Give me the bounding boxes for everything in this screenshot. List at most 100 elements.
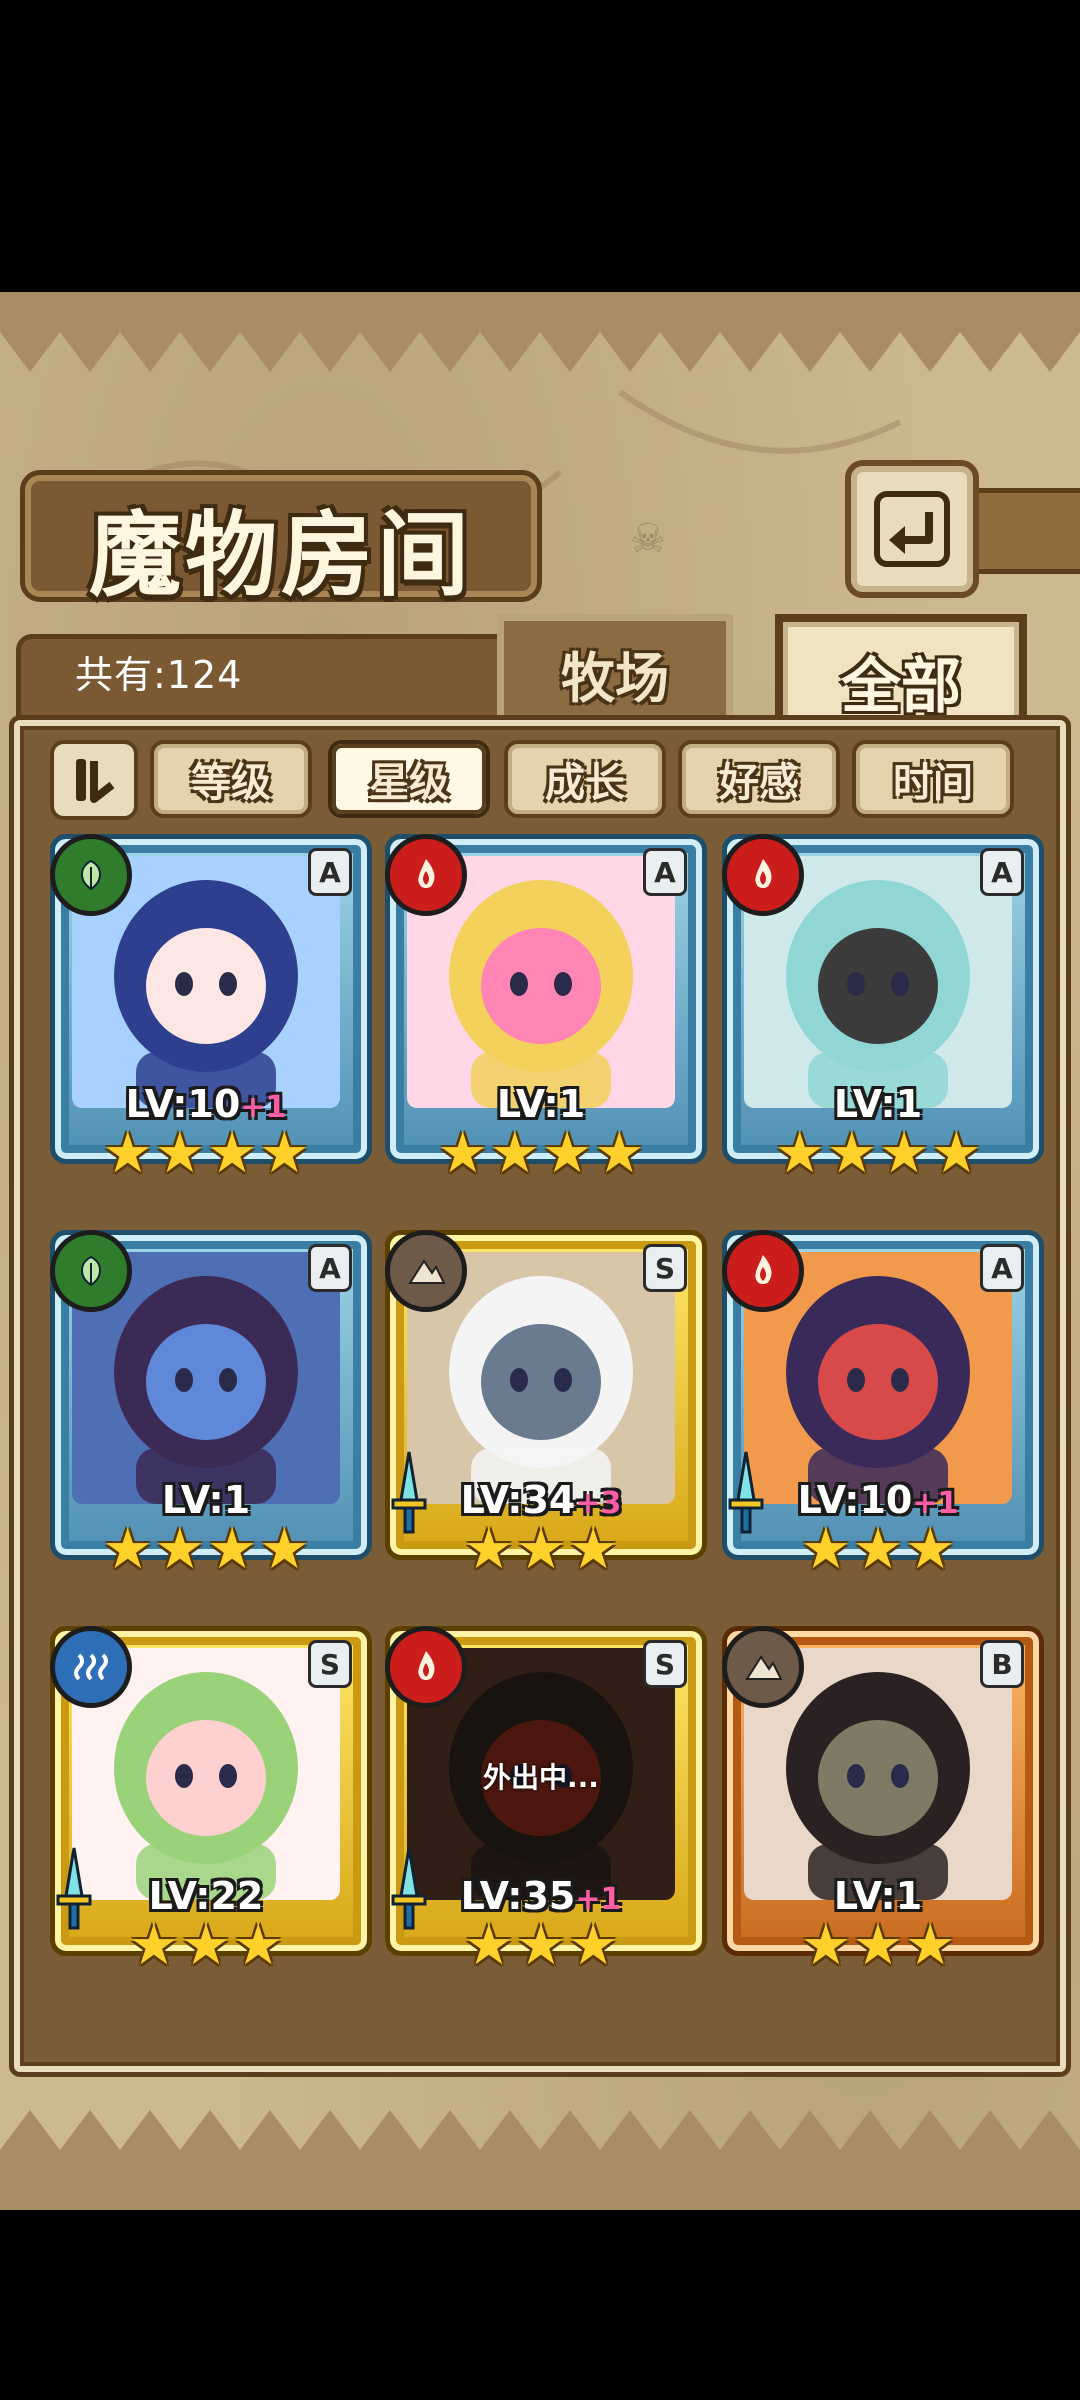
fire-element-icon (722, 834, 804, 916)
level-bonus: +3 (575, 1486, 622, 1521)
monster-card[interactable]: A LV:1 ★ ★ ★ ★ (722, 834, 1044, 1194)
star-rating: ★ ★ ★ (722, 1916, 1034, 1976)
star-icon: ★ (128, 1913, 179, 1978)
star-icon: ★ (931, 1121, 982, 1186)
star-rating: ★ ★ ★ (722, 1520, 1034, 1580)
fire-element-icon (385, 1626, 467, 1708)
rank-badge: A (308, 1244, 352, 1292)
sort-time-button[interactable]: 时间 (852, 740, 1014, 818)
page-title: 魔物房间 (88, 501, 473, 609)
level-bonus: +1 (575, 1882, 622, 1917)
title-plate: 魔物房间 (20, 470, 542, 609)
level-label: LV:1 (722, 1874, 1034, 1918)
star-rating: ★ ★ ★ (385, 1916, 697, 1976)
star-icon: ★ (852, 1913, 904, 1978)
level-label: LV:10+1 (722, 1478, 1034, 1522)
level-value: LV:1 (161, 1478, 251, 1522)
sort-order-toggle[interactable] (50, 740, 138, 820)
monster-card[interactable]: A LV:1 ★ ★ ★ ★ (385, 834, 707, 1194)
earth-element-icon (722, 1626, 804, 1708)
level-value: LV:1 (833, 1874, 923, 1918)
tab-ranch[interactable]: 牧场 (497, 614, 733, 732)
star-icon: ★ (852, 1517, 904, 1582)
rank-badge: S (643, 1244, 687, 1292)
star-rating: ★ ★ ★ (385, 1520, 697, 1580)
star-icon: ★ (207, 1517, 258, 1582)
level-value: LV:10 (797, 1478, 913, 1522)
monster-card[interactable]: A LV:10+1 ★ ★ ★ (722, 1230, 1044, 1590)
svg-text:☠: ☠ (630, 516, 666, 562)
sort-toggle-icon (76, 759, 115, 803)
star-icon: ★ (515, 1913, 567, 1978)
level-label: LV:1 (50, 1478, 362, 1522)
level-label: LV:1 (385, 1082, 697, 1126)
level-label: LV:35+1 (385, 1874, 697, 1918)
monster-count: 共有:124 (75, 653, 243, 697)
away-status: 外出中... (483, 1761, 599, 1794)
star-icon: ★ (542, 1121, 593, 1186)
monster-card[interactable]: S 外出中... LV:35+1 ★ ★ ★ (385, 1626, 707, 1986)
header-bar-right (967, 488, 1080, 574)
rank-badge: A (980, 848, 1024, 896)
back-button[interactable] (845, 460, 979, 598)
star-icon: ★ (463, 1517, 514, 1582)
level-value: LV:1 (496, 1082, 586, 1126)
star-rating: ★ ★ ★ ★ (50, 1124, 362, 1184)
star-icon: ★ (259, 1121, 310, 1186)
level-value: LV:34 (460, 1478, 576, 1522)
star-rating: ★ ★ ★ ★ (722, 1124, 1034, 1184)
star-icon: ★ (102, 1517, 153, 1582)
monster-card[interactable]: S LV:34+3 ★ ★ ★ (385, 1230, 707, 1590)
star-rating: ★ ★ ★ ★ (385, 1124, 697, 1184)
fire-element-icon (385, 834, 467, 916)
star-icon: ★ (826, 1121, 877, 1186)
star-rating: ★ ★ ★ (50, 1916, 362, 1976)
star-icon: ★ (568, 1517, 619, 1582)
return-arrow-icon (874, 491, 950, 567)
rank-badge: A (980, 1244, 1024, 1292)
rank-badge: S (308, 1640, 352, 1688)
water-element-icon (50, 1626, 132, 1708)
star-icon: ★ (259, 1517, 310, 1582)
level-label: LV:22 (50, 1874, 362, 1918)
rank-badge: B (980, 1640, 1024, 1688)
fire-element-icon (722, 1230, 804, 1312)
star-icon: ★ (774, 1121, 825, 1186)
star-icon: ★ (800, 1517, 851, 1582)
level-value: LV:10 (125, 1082, 241, 1126)
star-icon: ★ (489, 1121, 540, 1186)
level-label: LV:1 (722, 1082, 1034, 1126)
star-icon: ★ (905, 1517, 956, 1582)
sort-growth-button[interactable]: 成长 (504, 740, 666, 818)
level-bonus: +1 (912, 1486, 959, 1521)
star-rating: ★ ★ ★ ★ (50, 1520, 362, 1580)
star-icon: ★ (437, 1121, 488, 1186)
star-icon: ★ (233, 1913, 284, 1978)
star-icon: ★ (207, 1121, 258, 1186)
star-icon: ★ (800, 1913, 851, 1978)
monster-card[interactable]: B LV:1 ★ ★ ★ (722, 1626, 1044, 1986)
level-value: LV:22 (148, 1874, 264, 1918)
rank-badge: A (643, 848, 687, 896)
level-value: LV:35 (460, 1874, 576, 1918)
sort-affinity-button[interactable]: 好感 (678, 740, 840, 818)
star-icon: ★ (154, 1121, 205, 1186)
star-icon: ★ (515, 1517, 567, 1582)
leaf-element-icon (50, 834, 132, 916)
level-value: LV:1 (833, 1082, 923, 1126)
monster-card[interactable]: A LV:10+1 ★ ★ ★ ★ (50, 834, 372, 1194)
star-icon: ★ (594, 1121, 645, 1186)
monster-card[interactable]: A LV:1 ★ ★ ★ ★ (50, 1230, 372, 1590)
leaf-element-icon (50, 1230, 132, 1312)
star-icon: ★ (568, 1913, 619, 1978)
level-bonus: +1 (240, 1090, 287, 1125)
sort-stars-button[interactable]: 星级 (328, 740, 490, 818)
star-icon: ★ (180, 1913, 232, 1978)
star-icon: ★ (463, 1913, 514, 1978)
game-screen: ☠ 魔物房间 共有:124 牧场 全部 等级 星级 成长 好感 时间 A LV:1… (0, 292, 1080, 2210)
star-icon: ★ (905, 1913, 956, 1978)
monster-card[interactable]: S LV:22 ★ ★ ★ (50, 1626, 372, 1986)
torn-edge-bottom (0, 2110, 1080, 2210)
sort-level-button[interactable]: 等级 (150, 740, 312, 818)
level-label: LV:34+3 (385, 1478, 697, 1522)
